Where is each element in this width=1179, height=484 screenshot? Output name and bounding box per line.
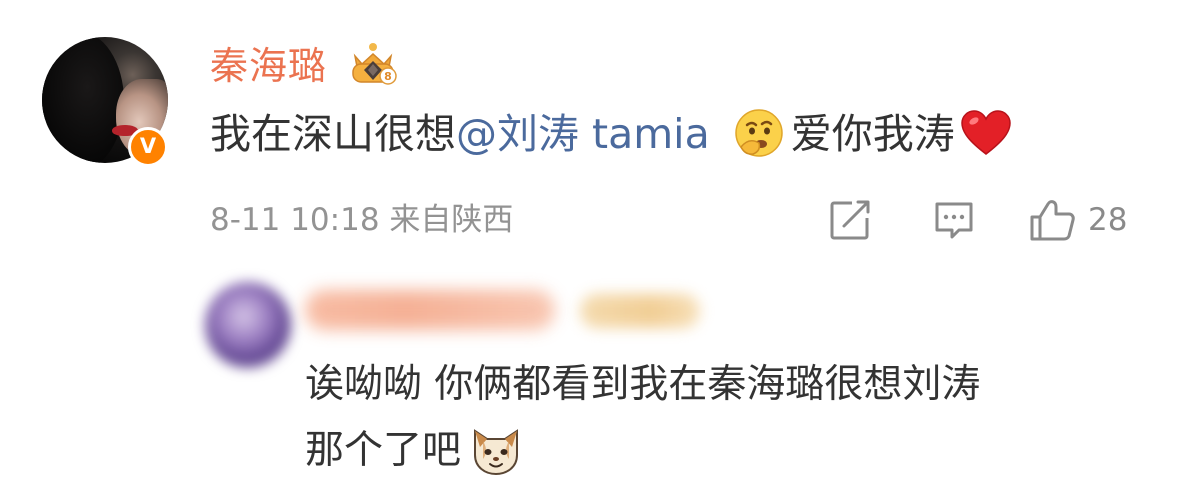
reply-username-blurred[interactable] [305, 290, 555, 330]
reply-content: 诶呦呦 你俩都看到我在秦海璐很想刘涛 那个了吧 [305, 352, 1145, 484]
comment-text-after: 爱你我涛 [790, 110, 955, 158]
like-button[interactable]: 28 [1028, 198, 1127, 242]
verified-badge: V [128, 127, 168, 167]
reply-avatar[interactable] [205, 282, 291, 368]
reply-badge-blurred [580, 294, 700, 328]
crown-badge-icon[interactable]: 8 [345, 42, 401, 88]
reply-text-line2-wrap: 那个了吧 [305, 418, 1145, 484]
comment-content: 我在深山很想@刘涛 tamia 爱你我涛 [210, 104, 1013, 164]
reply-text-line2: 那个了吧 [305, 428, 462, 473]
reply-text-line1: 诶呦呦 你俩都看到我在秦海璐很想刘涛 [305, 362, 981, 407]
mention-link[interactable]: @刘涛 tamia [456, 110, 710, 158]
repost-icon [830, 200, 870, 240]
thinking-face-icon [734, 109, 783, 157]
repost-button[interactable] [828, 198, 872, 242]
comment-meta: 8-11 10:18 来自陕西 [210, 202, 514, 238]
commenter-username[interactable]: 秦海璐 [210, 40, 327, 92]
comment-button[interactable] [932, 198, 976, 242]
comment-text-before: 我在深山很想 [210, 110, 456, 158]
like-icon [1030, 200, 1075, 241]
cat-face-icon [474, 428, 519, 475]
svg-text:8: 8 [384, 70, 392, 83]
comment-icon [935, 202, 973, 239]
red-heart-icon [960, 110, 1011, 155]
like-count: 28 [1088, 202, 1128, 238]
